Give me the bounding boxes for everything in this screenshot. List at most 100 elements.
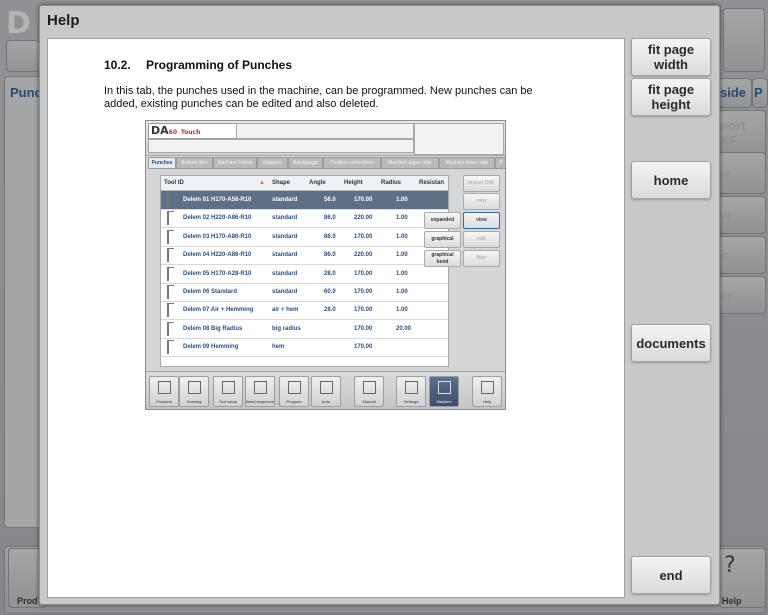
cell-height: 170.00 [354, 344, 373, 351]
cell-tool-id: Delem 09 Hemming [183, 344, 239, 351]
shot-tab-machine-lower-side: Machine lower side [439, 157, 495, 169]
cell-shape: big radius [272, 325, 301, 332]
shot-graphical-button: graphical [424, 231, 461, 248]
cell-tool-id: Delem 01 H170-A56-R10 [183, 197, 252, 203]
shot-table-row: Delem 02 H220-A86-R10 standard 86.0 220.00 1… [161, 209, 448, 229]
shot-bottom-button: Machine [429, 376, 459, 407]
punch-shape-icon [167, 248, 174, 263]
shot-bottom-icon [158, 381, 171, 394]
shot-bottom-button: Bend sequence [245, 376, 275, 407]
cell-height: 170.00 [354, 197, 373, 203]
shot-bottom-icon [438, 381, 451, 394]
punch-shape-icon [167, 193, 174, 207]
cell-angle: 86.0 [324, 252, 336, 259]
col-shape: Shape [272, 180, 291, 186]
cell-shape: standard [272, 270, 298, 277]
shot-logo: DA60 Touch [148, 123, 238, 139]
shot-bottom-icon [188, 381, 201, 394]
punch-shape-icon [167, 266, 174, 281]
shot-bottom-button: Drawing [179, 376, 209, 407]
shot-table-row: Delem 06 Standard standard 60.0 170.00 1.00 [161, 283, 448, 302]
shot-tab-more: P [495, 157, 505, 169]
shot-punch-table: Tool ID ▲ Shape Angle Height Radius Resi… [160, 175, 449, 367]
cell-angle: 28.0 [324, 270, 336, 277]
cell-shape: air + hem [272, 307, 299, 314]
cell-tool-id: Delem 02 H220-A86-R10 [183, 215, 252, 222]
shot-table-row: Delem 07 Air + Hemming air + hem 28.0 170.0… [161, 301, 448, 321]
shot-bottom-label: Machine [436, 399, 452, 404]
help-page[interactable]: 10.2. Programming of Punches In this tab,… [47, 38, 625, 598]
shot-logo-text: DA [151, 124, 169, 137]
shot-tab-adapters: Adapters [257, 157, 288, 169]
punch-shape-icon [167, 211, 174, 226]
cell-radius: 1.00 [396, 233, 408, 240]
shot-bottom-label: Auto [321, 399, 331, 404]
cell-angle: 86.0 [324, 233, 336, 240]
cell-height: 220.00 [354, 215, 373, 222]
cell-shape: standard [272, 197, 298, 203]
cell-shape: standard [272, 233, 298, 240]
cell-height: 220.00 [354, 252, 373, 259]
shot-table-row: Delem 08 Big Radius big radius 170.00 20.00 [161, 320, 448, 339]
shot-bottom-icon [320, 381, 333, 394]
shot-bottom-button: Help [472, 376, 502, 407]
cell-shape: standard [272, 289, 298, 295]
punch-shape-icon [167, 321, 174, 336]
cell-angle: 60.0 [324, 289, 336, 295]
shot-header-bar: DA60 Touch [146, 121, 505, 156]
documents-button[interactable]: documents [631, 324, 711, 362]
shot-bottom-label: Program [286, 399, 302, 404]
cell-height: 170.00 [354, 233, 373, 240]
col-height: Height [344, 180, 363, 186]
shot-table-row: Delem 04 H220-A86-R10 standard 86.0 220.00 1… [161, 246, 448, 266]
shot-info-box [148, 139, 414, 153]
cell-radius: 1.00 [396, 270, 408, 277]
shot-bottom-icon [363, 381, 376, 394]
cell-angle: 56.0 [324, 197, 336, 203]
shot-bottom-label: Settings [403, 399, 419, 404]
cell-height: 170.00 [354, 307, 373, 314]
cell-tool-id: Delem 04 H220-A86-R10 [183, 252, 252, 259]
cell-radius: 1.00 [396, 197, 408, 203]
shot-table-row: Delem 01 H170-A56-R10 standard 56.0 170.00 1… [161, 191, 448, 210]
cell-angle: 28.0 [324, 307, 336, 314]
shot-table-row: Delem 05 H170-A28-R10 standard 28.0 170.00 1… [161, 265, 448, 284]
shot-bottom-button: Products [149, 376, 179, 407]
shot-import-dxf-button: import DXF [463, 175, 500, 192]
col-resistance: Resistan [419, 180, 445, 186]
home-button[interactable]: home [631, 161, 711, 199]
shot-bottom-icon [481, 381, 494, 394]
shot-table-row: Delem 03 H170-A86-R10 standard 86.0 170.00 1… [161, 228, 448, 247]
punch-shape-icon [167, 340, 174, 355]
shot-bottom-label: Drawing [186, 399, 202, 404]
cell-shape: hem [272, 344, 285, 351]
shot-bottom-button: Manual [354, 376, 384, 407]
shot-logo-model: 60 [168, 129, 178, 136]
shot-bottom-bar: Products Drawing Tool setup Bend sequence Pr… [146, 371, 505, 409]
punch-shape-icon [167, 229, 174, 244]
fit-page-width-button[interactable]: fit page width [631, 38, 711, 76]
shot-tab-backgauge: Backgauge [288, 157, 323, 169]
col-tool-id: Tool ID [164, 180, 184, 186]
shot-tab-bar: Punches Bottom dies Machine Frame Adapte… [146, 157, 505, 169]
dialog-title: Help [47, 12, 80, 29]
punch-shape-icon [167, 285, 174, 299]
cell-tool-id: Delem 07 Air + Hemming [183, 307, 254, 314]
shot-edit-button: edit [463, 231, 500, 248]
shot-bottom-icon [405, 381, 418, 394]
cell-height: 170.00 [354, 325, 373, 332]
cell-radius: 1.00 [396, 252, 408, 259]
end-button[interactable]: end [631, 556, 711, 594]
shot-bottom-icon [288, 381, 301, 394]
shot-bottom-icon [222, 381, 235, 394]
shot-bottom-button: Tool setup [213, 376, 243, 407]
col-angle: Angle [309, 180, 326, 186]
shot-title-box [236, 123, 414, 139]
shot-new-button: new [463, 193, 500, 210]
cell-shape: standard [272, 252, 298, 259]
cell-radius: 20.00 [396, 325, 412, 332]
cell-tool-id: Delem 03 H170-A86-R10 [183, 233, 252, 240]
fit-page-height-button[interactable]: fit page height [631, 78, 711, 116]
cell-tool-id: Delem 06 Standard [183, 289, 238, 295]
cell-height: 170.00 [354, 270, 373, 277]
